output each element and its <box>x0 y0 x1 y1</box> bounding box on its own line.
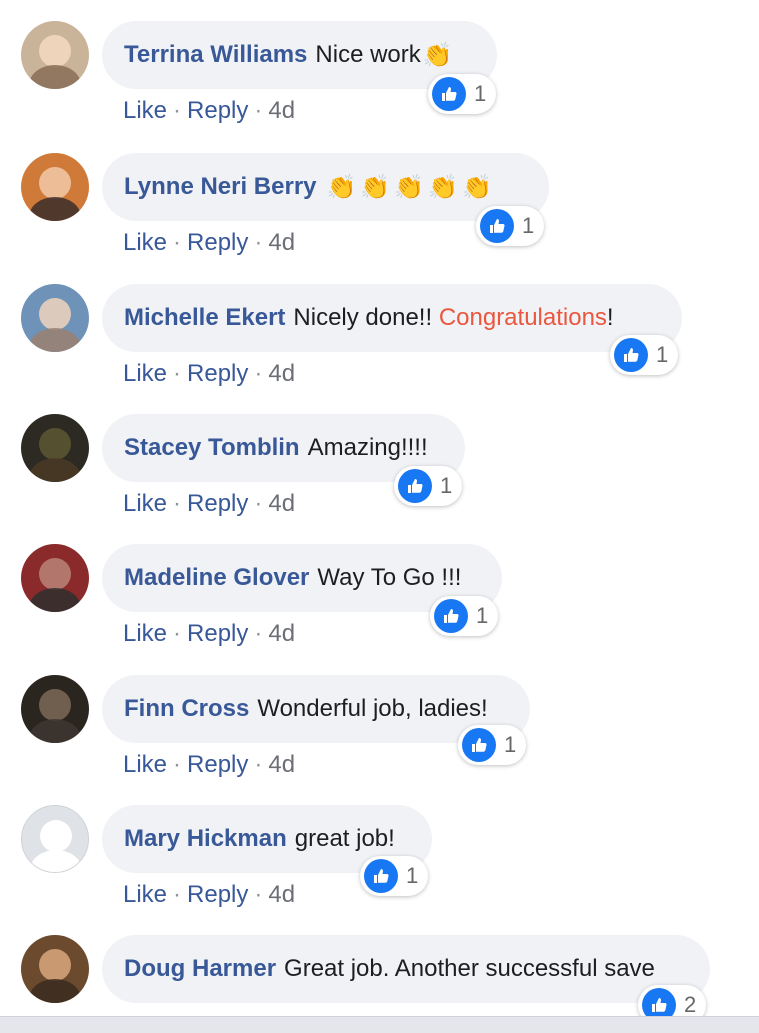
comment-timestamp[interactable]: 4d <box>268 360 295 387</box>
reaction-count: 2 <box>684 992 697 1016</box>
reaction-count: 1 <box>504 732 517 757</box>
comment-timestamp[interactable]: 4d <box>268 229 295 256</box>
comment-timestamp[interactable]: 4d <box>268 881 295 908</box>
comment-text: Wonderful job, ladies! <box>257 695 488 722</box>
reaction-count: 1 <box>406 863 419 888</box>
reaction-count-badge[interactable]: 1 <box>610 335 679 375</box>
comment-author[interactable]: Stacey Tomblin <box>124 434 300 462</box>
reply-link[interactable]: Reply <box>187 751 248 778</box>
avatar[interactable] <box>21 935 89 1003</box>
comment-text: Nice work <box>315 41 421 68</box>
comment-actions: Like · Reply · 4d <box>123 751 296 778</box>
comment: Stacey Tomblin Amazing!!!! Like · Reply · 4d… <box>0 414 759 544</box>
comment-actions: Like · Reply · 4d <box>123 620 296 647</box>
comment-author[interactable]: Doug Harmer <box>124 955 276 983</box>
comment-author[interactable]: Mary Hickman <box>124 825 287 853</box>
clapping-hands-icon: 👏👏👏👏👏 <box>326 173 496 201</box>
reaction-count-badge[interactable]: 1 <box>458 725 527 765</box>
reaction-count-badge[interactable]: 1 <box>476 206 545 246</box>
comment: Terrina Williams Nice work 👏 Like · Reply ·… <box>0 21 759 151</box>
comment: Mary Hickman great job! Like · Reply · 4d 1 <box>0 805 759 935</box>
clapping-hands-icon: 👏 <box>422 41 453 69</box>
reaction-count: 1 <box>476 603 489 628</box>
reply-link[interactable]: Reply <box>187 229 248 256</box>
reply-link[interactable]: Reply <box>187 97 248 124</box>
comment-actions: Like · Reply · 4d <box>123 881 296 908</box>
comment-text: Nicely done!! Congratulations! <box>293 304 614 331</box>
comment-timestamp[interactable]: 4d <box>268 620 295 647</box>
avatar[interactable] <box>21 675 89 743</box>
like-link[interactable]: Like <box>123 620 167 647</box>
avatar[interactable] <box>21 153 89 221</box>
reaction-count-badge[interactable]: 1 <box>360 856 429 896</box>
comment-text: Great job. Another successful save <box>284 955 655 982</box>
comment-actions: Like · Reply · 4d <box>123 97 296 124</box>
comment-author[interactable]: Terrina Williams <box>124 41 307 69</box>
avatar[interactable] <box>21 544 89 612</box>
thumbs-up-icon <box>614 338 648 372</box>
reply-link[interactable]: Reply <box>187 620 248 647</box>
horizontal-scrollbar[interactable] <box>0 1016 759 1033</box>
reaction-count: 1 <box>440 473 453 498</box>
comment-text: great job! <box>294 825 395 852</box>
avatar[interactable] <box>21 414 89 482</box>
like-link[interactable]: Like <box>123 229 167 256</box>
comment-author[interactable]: Finn Cross <box>124 695 249 723</box>
comment-text: Way To Go !!! <box>317 564 462 591</box>
reaction-count-badge[interactable]: 1 <box>430 596 499 636</box>
like-link[interactable]: Like <box>123 881 167 908</box>
like-link[interactable]: Like <box>123 360 167 387</box>
thumbs-up-icon <box>642 988 676 1016</box>
thumbs-up-icon <box>398 469 432 503</box>
avatar[interactable] <box>21 284 89 352</box>
comment-author[interactable]: Madeline Glover <box>124 564 309 592</box>
like-link[interactable]: Like <box>123 751 167 778</box>
comment-text: Amazing!!!! <box>307 434 428 461</box>
avatar[interactable] <box>21 21 89 89</box>
comment-actions: Like · Reply · 4d <box>123 360 296 387</box>
reply-link[interactable]: Reply <box>187 490 248 517</box>
comment-bubble: Michelle Ekert Nicely done!! Congratulat… <box>102 284 682 352</box>
highlighted-text: Congratulations <box>438 304 607 331</box>
comment-timestamp[interactable]: 4d <box>268 97 295 124</box>
like-link[interactable]: Like <box>123 97 167 124</box>
comment-actions: Like · Reply · 4d <box>123 229 296 256</box>
comment-author[interactable]: Michelle Ekert <box>124 304 285 332</box>
reaction-count-badge[interactable]: 1 <box>428 74 497 114</box>
comment-timestamp[interactable]: 4d <box>268 490 295 517</box>
reaction-count-badge[interactable]: 1 <box>394 466 463 506</box>
comment-bubble: Doug Harmer Great job. Another successfu… <box>102 935 710 1003</box>
reaction-count: 1 <box>522 213 535 238</box>
comment-timestamp[interactable]: 4d <box>268 751 295 778</box>
thumbs-up-icon <box>434 599 468 633</box>
reaction-count: 1 <box>656 342 669 367</box>
reply-link[interactable]: Reply <box>187 881 248 908</box>
thumbs-up-icon <box>462 728 496 762</box>
comment: Doug Harmer Great job. Another successfu… <box>0 935 759 1016</box>
avatar[interactable] <box>21 805 89 873</box>
comment: Finn Cross Wonderful job, ladies! Like · R… <box>0 675 759 805</box>
comment: Lynne Neri Berry 👏👏👏👏👏 Like · Reply · 4d 1 <box>0 153 759 283</box>
thumbs-up-icon <box>432 77 466 111</box>
comment-actions: Like · Reply · 4d <box>123 490 296 517</box>
reaction-count: 1 <box>474 81 487 106</box>
reply-link[interactable]: Reply <box>187 360 248 387</box>
like-link[interactable]: Like <box>123 490 167 517</box>
comment-author[interactable]: Lynne Neri Berry <box>124 173 317 201</box>
comment: Michelle Ekert Nicely done!! Congratulat… <box>0 284 759 414</box>
thumbs-up-icon <box>364 859 398 893</box>
comment: Madeline Glover Way To Go !!! Like · Reply… <box>0 544 759 674</box>
thumbs-up-icon <box>480 209 514 243</box>
reaction-count-badge[interactable]: 2 <box>638 985 707 1016</box>
